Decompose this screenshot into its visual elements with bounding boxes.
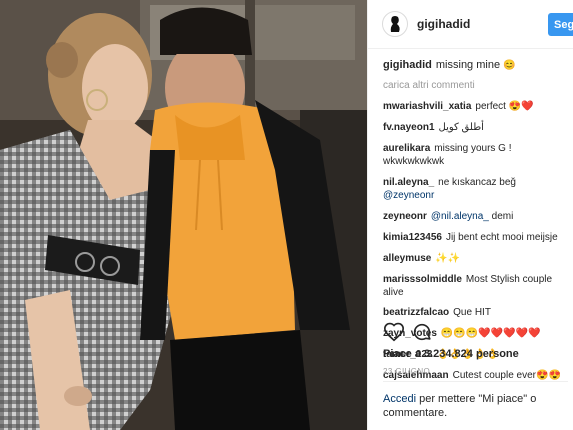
instagram-post-window: gigihadid Segui gigihadidmissing mine 😊 … xyxy=(0,0,573,430)
post-actions xyxy=(383,321,573,345)
divider xyxy=(383,381,568,382)
comment-icon[interactable] xyxy=(411,321,433,343)
post-date: 23 GIUGNO xyxy=(383,367,431,376)
avatar-logo-icon[interactable] xyxy=(382,11,408,37)
login-link[interactable]: Accedi xyxy=(383,393,416,405)
comment-mention[interactable]: @nil.aleyna_ xyxy=(431,211,489,222)
header-username[interactable]: gigihadid xyxy=(417,17,470,31)
list-item: alleymuse ✨✨ xyxy=(383,252,570,265)
post-photo[interactable] xyxy=(0,0,367,430)
comment-mention[interactable]: @zeyneonr xyxy=(383,190,434,201)
login-prompt: Accedi per mettere "Mi piace" o commenta… xyxy=(383,392,568,420)
list-item: beatrizzfalcao Que HIT xyxy=(383,306,570,319)
comment-username[interactable]: marisssolmiddle xyxy=(383,274,462,285)
comment-text: demi xyxy=(491,211,514,222)
comment-username[interactable]: beatrizzfalcao xyxy=(383,307,449,318)
comment-emoji: 😍😍 xyxy=(536,370,561,381)
post-photo-illustration xyxy=(0,0,367,430)
comment-username[interactable]: kimia123456 xyxy=(383,232,442,243)
comment-text: Jij bent echt mooi meijsje xyxy=(445,232,558,243)
likes-count[interactable]: Piace a 3.234.824 persone xyxy=(383,348,519,360)
list-item: mwariashvili_xatia perfect 😍❤️ xyxy=(383,100,570,113)
comment-username[interactable]: aurelikara xyxy=(383,143,430,154)
comment-text: Cutest couple ever xyxy=(452,370,536,381)
comment-emoji: 😍❤️ xyxy=(508,101,534,112)
load-more-comments-link[interactable]: carica altri commenti xyxy=(383,79,570,92)
post-header: gigihadid Segui xyxy=(368,0,573,49)
comment-text: أطلق كويل xyxy=(438,122,484,133)
caption-emoji: 😊 xyxy=(503,60,516,71)
list-item: marisssolmiddle Most Stylish couple alive xyxy=(383,273,570,299)
comment-emoji: ✨✨ xyxy=(435,253,461,264)
comment-text: Que HIT xyxy=(453,307,491,318)
comment-username[interactable]: fv.nayeon1 xyxy=(383,122,435,133)
follow-button[interactable]: Segui xyxy=(548,13,573,36)
comment-username[interactable]: alleymuse xyxy=(383,253,431,264)
heart-icon[interactable] xyxy=(383,321,405,343)
caption-username[interactable]: gigihadid xyxy=(383,59,432,71)
caption: gigihadid missing mine 😊 xyxy=(383,58,570,73)
list-item: zeyneonr @nil.aleyna_ demi xyxy=(383,210,570,223)
comment-username[interactable]: zeyneonr xyxy=(383,211,427,222)
comment-username[interactable]: nil.aleyna_ xyxy=(383,177,434,188)
list-item: fv.nayeon1 أطلق كويل xyxy=(383,121,570,134)
comment-username[interactable]: mwariashvili_xatia xyxy=(383,101,471,112)
comment-text: perfect xyxy=(475,101,506,112)
list-item: nil.aleyna_ ne kıskancaz beğ @zeyneonr xyxy=(383,176,570,202)
comment-text: ne kıskancaz beğ xyxy=(438,177,516,188)
caption-text: missing mine xyxy=(435,59,501,71)
list-item: aurelikara missing yours G ! wkwkwkwkwk xyxy=(383,142,570,168)
post-details-panel: gigihadid Segui gigihadidmissing mine 😊 … xyxy=(367,0,573,430)
list-item: kimia123456 Jij bent echt mooi meijsje xyxy=(383,231,570,244)
